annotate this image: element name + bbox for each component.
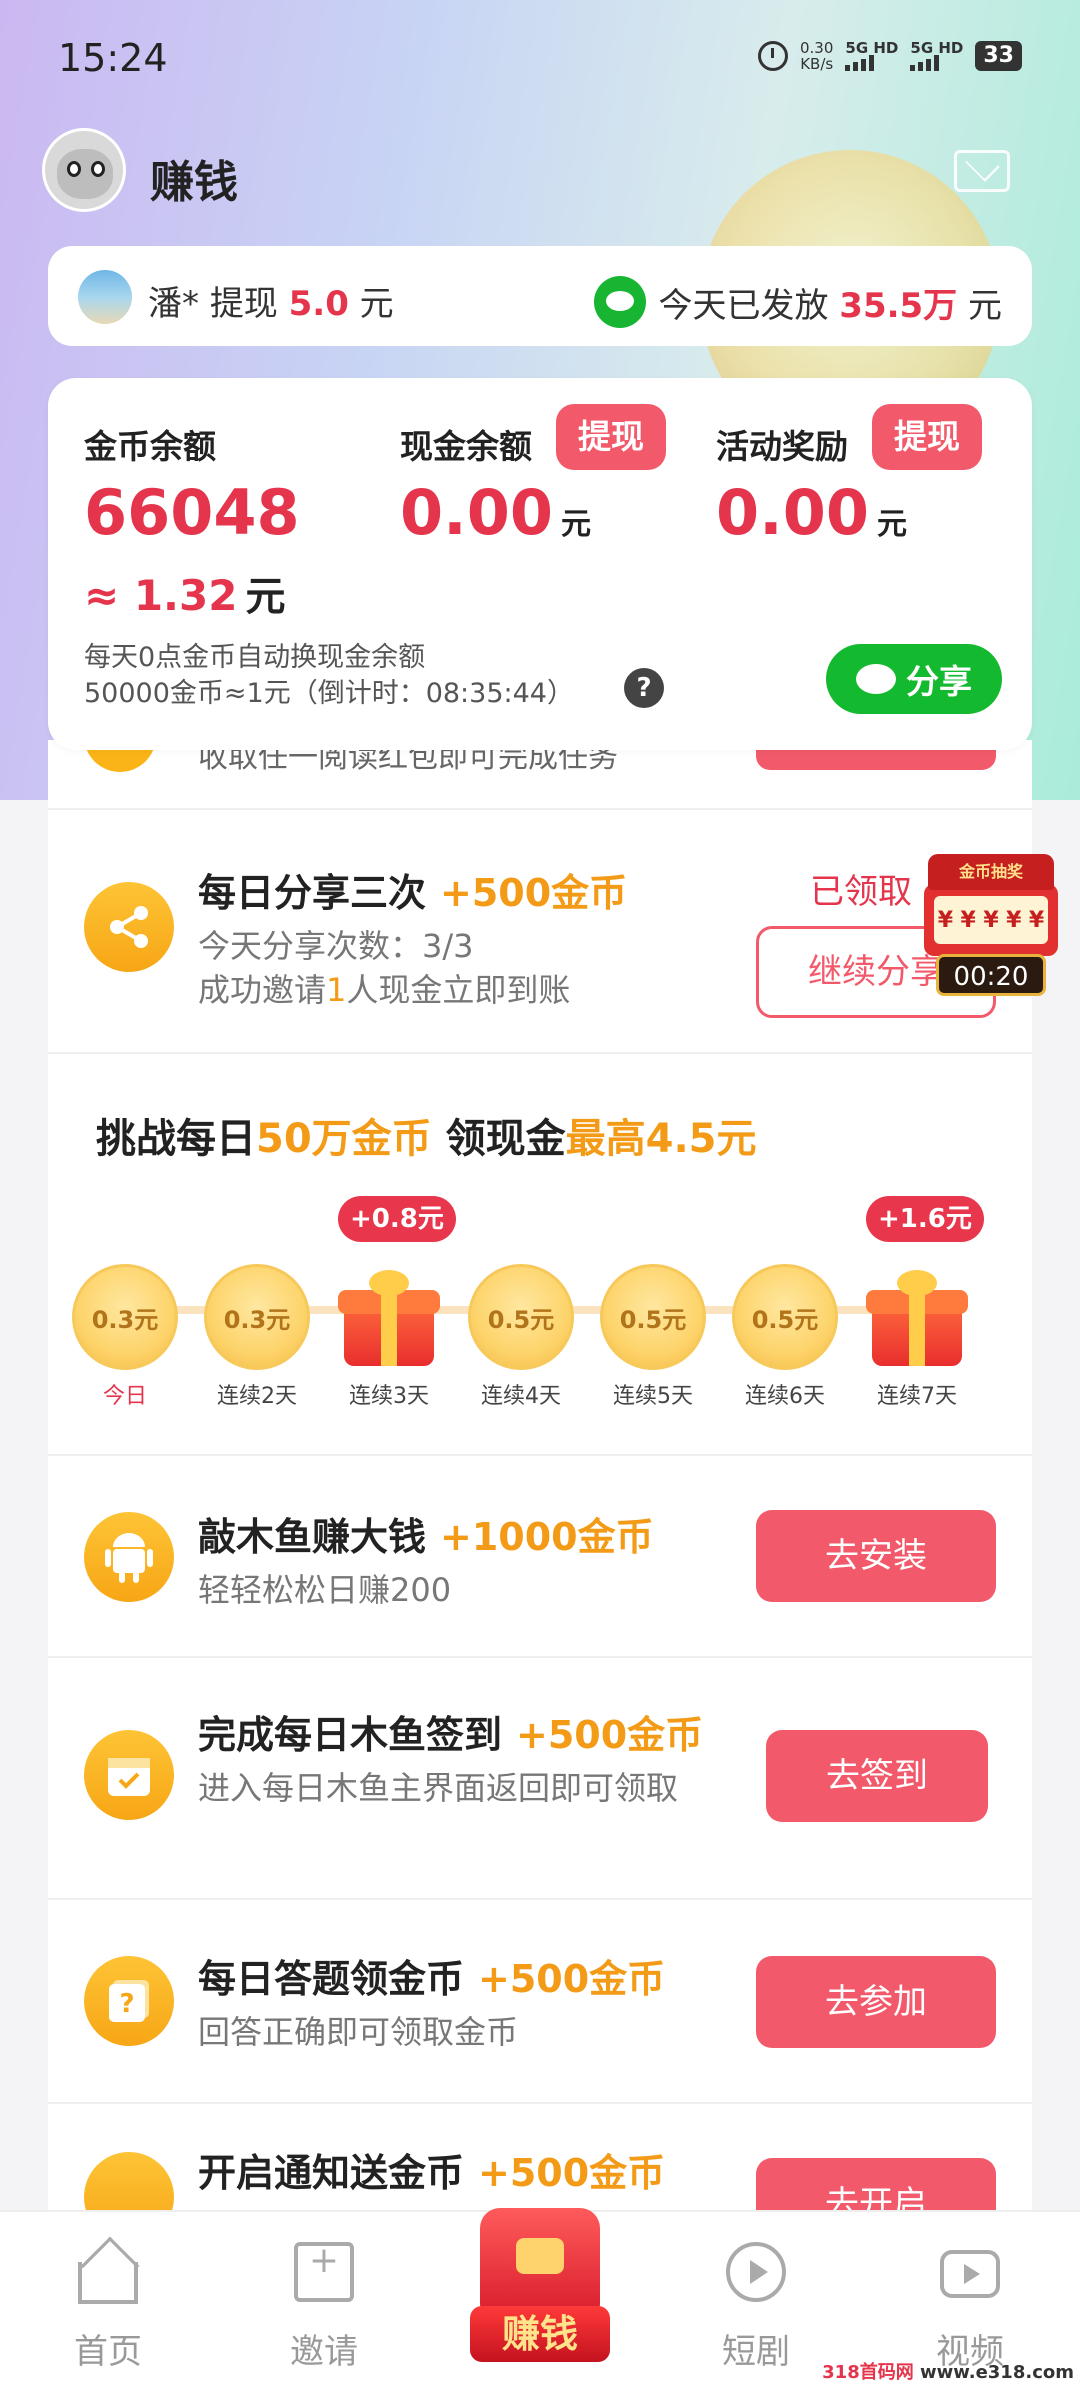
coin-icon: 0.5元 bbox=[732, 1264, 838, 1370]
battery-icon: 33 bbox=[975, 41, 1022, 71]
ticker-latest-withdraw: 潘* 提现 5.0 元 bbox=[148, 284, 394, 324]
tab-invite[interactable]: 邀请 bbox=[244, 2212, 404, 2390]
join-quiz-button[interactable]: 去参加 bbox=[756, 1956, 996, 2048]
task-panel: 收取任一阅读红包即可完成任务 每日分享三次 +500金币 今天分享次数：3/3 成… bbox=[48, 740, 1032, 2210]
status-icons: 0.30 KB/s 5G HD 5G HD 33 bbox=[758, 40, 1022, 72]
day-label: 连续7天 bbox=[877, 1384, 957, 1409]
page-title: 赚钱 bbox=[150, 157, 238, 208]
task-desc: 回答正确即可领取金币 bbox=[198, 2013, 519, 2051]
net-speed: 0.30 KB/s bbox=[800, 39, 834, 73]
signal-1: 5G HD bbox=[845, 41, 898, 71]
day-label: 连续6天 bbox=[745, 1384, 825, 1409]
reward-withdraw-button[interactable]: 提现 bbox=[872, 404, 982, 470]
challenge-day: 连续7天 bbox=[862, 1264, 972, 1410]
coin-balance-approx: ≈ 1.32 元 bbox=[84, 571, 286, 620]
alarm-icon bbox=[758, 41, 788, 71]
share-icon bbox=[84, 882, 174, 972]
red-envelope-icon bbox=[480, 2208, 600, 2318]
invite-icon bbox=[294, 2240, 354, 2302]
challenge-day: 连续3天 bbox=[334, 1264, 444, 1410]
avatar[interactable] bbox=[42, 128, 126, 212]
signin-button[interactable]: 去签到 bbox=[766, 1730, 988, 1822]
task-row-read-partial: 收取任一阅读红包即可完成任务 bbox=[48, 740, 1032, 810]
wechat-icon bbox=[856, 664, 896, 694]
quiz-icon: ? bbox=[84, 1956, 174, 2046]
bell-icon bbox=[84, 2152, 174, 2210]
coin-icon: 0.3元 bbox=[72, 1264, 178, 1370]
signal-bars-icon bbox=[845, 55, 898, 71]
video-icon bbox=[940, 2250, 1000, 2298]
task-desc: 今天分享次数：3/3 成功邀请1人现金立即到账 bbox=[198, 927, 571, 1009]
android-icon bbox=[84, 1512, 174, 1602]
install-button[interactable]: 去安装 bbox=[756, 1510, 996, 1602]
bonus-bubble: +1.6元 bbox=[866, 1196, 984, 1242]
gift-icon bbox=[864, 1264, 970, 1370]
tab-drama[interactable]: 短剧 bbox=[676, 2212, 836, 2390]
cash-balance-value: 0.00 元 bbox=[400, 476, 591, 549]
play-icon bbox=[726, 2242, 786, 2302]
signal-2: 5G HD bbox=[910, 41, 963, 71]
help-icon[interactable]: ? bbox=[624, 668, 664, 708]
day-label: 连续4天 bbox=[481, 1384, 561, 1409]
coin-icon: 0.3元 bbox=[204, 1264, 310, 1370]
exchange-note: 每天0点金币自动换现金余额 50000金币≈1元（倒计时：08:35:44） bbox=[84, 642, 574, 709]
challenge-title: 挑战每日50万金币 领现金最高4.5元 bbox=[96, 1116, 757, 1162]
bonus-bubble: +0.8元 bbox=[338, 1196, 456, 1242]
watermark: 318首码网 www.e318.com bbox=[822, 2362, 1074, 2383]
ticker-user-avatar bbox=[78, 270, 132, 324]
balance-card: 金币余额 66048 ≈ 1.32 元 现金余额 提现 0.00 元 活动奖励 提现… bbox=[48, 378, 1032, 750]
signal-bars-icon bbox=[910, 55, 963, 71]
challenge-day: 0.5元连续4天 bbox=[466, 1264, 576, 1410]
status-bar: 15:24 0.30 KB/s 5G HD 5G HD 33 bbox=[0, 0, 1080, 110]
day-label: 连续5天 bbox=[613, 1384, 693, 1409]
coin-icon: 0.5元 bbox=[600, 1264, 706, 1370]
svg-text:?: ? bbox=[119, 1989, 134, 2019]
tab-earn[interactable]: 赚钱 bbox=[470, 2188, 610, 2378]
share-button[interactable]: 分享 bbox=[826, 644, 1002, 714]
challenge-day: 0.3元今日 bbox=[70, 1264, 180, 1410]
task-row-quiz: ? 每日答题领金币 +500金币 回答正确即可领取金币 去参加 bbox=[48, 1898, 1032, 2104]
status-time: 15:24 bbox=[58, 36, 168, 80]
wechat-icon bbox=[594, 276, 647, 328]
claimed-status: 已领取 bbox=[810, 872, 912, 912]
lottery-widget[interactable]: ¥ ¥ ¥ ¥ ¥ 金币抽奖 00:20 bbox=[924, 854, 1058, 1002]
mail-icon[interactable] bbox=[954, 150, 1010, 192]
task-row-muyu: 敲木鱼赚大钱 +1000金币 轻轻松松日赚200 去安装 bbox=[48, 1454, 1032, 1658]
reward-balance-label: 活动奖励 bbox=[716, 427, 848, 466]
day-label: 连续3天 bbox=[349, 1384, 429, 1409]
cash-balance-label: 现金余额 bbox=[400, 427, 532, 466]
gift-icon bbox=[336, 1264, 442, 1370]
calendar-icon bbox=[84, 1730, 174, 1820]
payout-ticker: 潘* 提现 5.0 元 今天已发放 35.5万 元 bbox=[48, 246, 1032, 346]
cash-withdraw-button[interactable]: 提现 bbox=[556, 404, 666, 470]
lottery-slots: ¥ ¥ ¥ ¥ ¥ bbox=[934, 896, 1048, 944]
enable-notify-button[interactable]: 去开启 bbox=[756, 2158, 996, 2210]
task-title: 敲木鱼赚大钱 +1000金币 bbox=[198, 1515, 654, 1559]
task-title: 每日答题领金币 +500金币 bbox=[198, 1957, 666, 2001]
task-desc: 轻轻松松日赚200 bbox=[198, 1571, 452, 1609]
lottery-timer: 00:20 bbox=[936, 954, 1046, 996]
task-title: 完成每日木鱼签到 +500金币 bbox=[198, 1713, 704, 1757]
day-label: 连续2天 bbox=[217, 1384, 297, 1409]
reward-balance-value: 0.00 元 bbox=[716, 476, 907, 549]
task-row-share: 每日分享三次 +500金币 今天分享次数：3/3 成功邀请1人现金立即到账 已领取… bbox=[48, 808, 1032, 1054]
coin-balance-label: 金币余额 bbox=[84, 427, 216, 466]
coin-icon: 0.5元 bbox=[468, 1264, 574, 1370]
home-icon bbox=[78, 2262, 138, 2304]
task-desc: 进入每日木鱼主界面返回即可领取 bbox=[198, 1769, 679, 1807]
ticker-today-total: 今天已发放 35.5万 元 bbox=[594, 276, 1002, 328]
challenge-day: 0.5元连续6天 bbox=[730, 1264, 840, 1410]
coin-balance-value: 66048 bbox=[84, 476, 300, 549]
task-row-signin: 完成每日木鱼签到 +500金币 进入每日木鱼主界面返回即可领取 去签到 bbox=[48, 1654, 1032, 1900]
lottery-title: 金币抽奖 bbox=[928, 854, 1054, 890]
challenge-day: 0.3元连续2天 bbox=[202, 1264, 312, 1410]
day-label: 今日 bbox=[102, 1384, 147, 1409]
tab-home[interactable]: 首页 bbox=[28, 2212, 188, 2390]
task-title: 每日分享三次 +500金币 bbox=[198, 871, 628, 915]
challenge-day: 0.5元连续5天 bbox=[598, 1264, 708, 1410]
